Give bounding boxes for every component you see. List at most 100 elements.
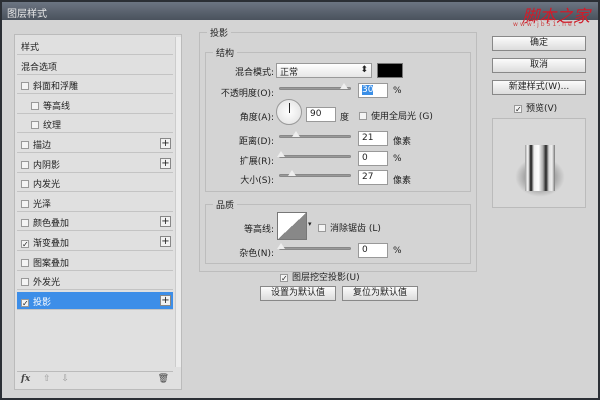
sidebar-item[interactable]: 外发光 <box>17 272 173 291</box>
add-icon[interactable]: + <box>160 236 171 247</box>
slider-thumb[interactable] <box>277 151 285 157</box>
sidebar-item[interactable]: 等高线 <box>17 96 173 114</box>
cancel-button[interactable]: 取消 <box>492 58 586 73</box>
checkbox[interactable] <box>21 278 29 287</box>
checkbox[interactable] <box>21 180 29 189</box>
ok-button[interactable]: 确定 <box>492 36 586 51</box>
angle-dial[interactable] <box>276 99 302 125</box>
checkbox[interactable] <box>21 82 29 91</box>
list-footer: fx ⇧ ⇩ 🗑 <box>17 371 173 387</box>
shadow-color-swatch[interactable] <box>377 63 403 78</box>
distance-label: 距离(D): <box>239 137 274 147</box>
chevron-down-icon[interactable]: ▾ <box>308 220 312 228</box>
add-icon[interactable]: + <box>160 216 171 228</box>
blend-mode-select[interactable]: 正常 ⬍ <box>276 63 372 78</box>
distance-slider[interactable] <box>279 131 351 138</box>
trash-icon[interactable]: 🗑 <box>158 374 169 384</box>
layer-style-dialog: 图层样式 脚本之家 www.jb51.net fx ⇧ ⇩ 🗑 样式 混合选项 斜面… <box>0 0 600 400</box>
fx-button[interactable]: fx <box>21 374 30 384</box>
size-label: 大小(S): <box>240 176 274 186</box>
checkbox[interactable] <box>21 141 29 149</box>
checkbox[interactable]: ✓ <box>21 240 29 249</box>
sidebar-item-label: 外发光 <box>33 278 61 289</box>
preview-checkbox[interactable]: ✓ 预览(V) <box>514 101 557 114</box>
sidebar-item[interactable]: 光泽 <box>17 194 173 212</box>
sidebar-item[interactable]: 样式 <box>17 37 173 55</box>
sidebar-item-label: 内发光 <box>33 180 61 191</box>
opacity-slider[interactable] <box>279 83 351 90</box>
add-icon[interactable]: + <box>160 294 171 306</box>
distance-unit: 像素 <box>393 137 412 147</box>
checkbox[interactable] <box>21 258 29 267</box>
blend-mode-label: 混合模式: <box>234 68 274 78</box>
sidebar-item-label: 纹理 <box>43 121 62 132</box>
spread-input[interactable]: 0 <box>358 151 388 166</box>
global-light-checkbox[interactable]: 使用全局光 (G) <box>359 109 433 122</box>
sidebar-item[interactable]: 纹理 <box>17 115 173 134</box>
section-title: 投影 <box>207 26 232 39</box>
sidebar-item-label: 颜色叠加 <box>33 219 70 230</box>
sidebar-item-label: 斜面和浮雕 <box>33 82 79 93</box>
angle-input[interactable]: 90 <box>306 107 336 122</box>
distance-input[interactable]: 21 <box>358 131 388 146</box>
opacity-label: 不透明度(O): <box>220 89 274 99</box>
sidebar-item[interactable]: 内发光 <box>17 174 173 193</box>
checkbox[interactable]: ✓ <box>21 298 29 307</box>
size-input[interactable]: 27 <box>358 170 388 185</box>
noise-input[interactable]: 0 <box>358 243 388 258</box>
contour-label: 等高线: <box>243 225 274 235</box>
preview-label: 预览(V) <box>526 104 558 114</box>
contour-picker[interactable] <box>277 212 307 240</box>
checkbox[interactable] <box>21 199 29 208</box>
move-up-icon[interactable]: ⇧ <box>43 374 51 384</box>
sidebar-item[interactable]: 图案叠加 <box>17 253 173 271</box>
blend-mode-value: 正常 <box>280 68 299 78</box>
sidebar-item-label: 样式 <box>21 43 40 53</box>
scrollbar[interactable] <box>175 37 181 367</box>
checkbox[interactable] <box>31 121 39 130</box>
slider-thumb[interactable] <box>277 243 285 249</box>
sidebar-item[interactable]: ✓ 投影 + <box>17 291 173 310</box>
sidebar-item[interactable]: 描边 + <box>17 135 173 153</box>
reset-default-button[interactable]: 复位为默认值 <box>342 286 418 301</box>
opacity-input[interactable]: 30 <box>358 83 388 98</box>
make-default-button[interactable]: 设置为默认值 <box>260 286 336 301</box>
global-light-label: 使用全局光 (G) <box>371 112 433 122</box>
checkbox[interactable] <box>21 219 29 228</box>
checkbox[interactable] <box>31 101 39 110</box>
structure-title: 结构 <box>213 46 238 59</box>
knockout-checkbox[interactable]: ✓ 图层挖空投影(U) <box>280 270 360 283</box>
sidebar-item[interactable]: 混合选项 <box>17 57 173 75</box>
slider-thumb[interactable] <box>292 131 300 137</box>
slider-thumb[interactable] <box>340 83 348 89</box>
sidebar-item[interactable]: 颜色叠加 + <box>17 213 173 232</box>
sidebar-item-label: 混合选项 <box>21 62 58 73</box>
add-icon[interactable]: + <box>160 157 171 169</box>
style-list: fx ⇧ ⇩ 🗑 样式 混合选项 斜面和浮雕 等高线 纹理 描边 + 内阴影 + 内发光 光泽 颜色叠… <box>14 34 182 390</box>
noise-unit: % <box>393 246 402 256</box>
slider-thumb[interactable] <box>288 170 296 176</box>
sidebar-item[interactable]: 内阴影 + <box>17 155 173 173</box>
antialias-checkbox[interactable]: 消除锯齿 (L) <box>318 221 381 234</box>
sidebar-item[interactable]: ✓ 渐变叠加 + <box>17 233 173 251</box>
title-bar: 图层样式 <box>2 2 598 20</box>
spread-slider[interactable] <box>277 151 351 158</box>
dialog-title: 图层样式 <box>7 9 47 20</box>
size-slider[interactable] <box>279 170 351 177</box>
move-down-icon[interactable]: ⇩ <box>62 374 70 384</box>
quality-title: 品质 <box>213 198 238 211</box>
sidebar-item-label: 投影 <box>33 297 52 308</box>
knockout-label: 图层挖空投影(U) <box>292 273 360 283</box>
sidebar-item[interactable]: 斜面和浮雕 <box>17 76 173 95</box>
add-icon[interactable]: + <box>160 138 171 149</box>
new-style-button[interactable]: 新建样式(W)... <box>492 80 586 95</box>
spread-label: 扩展(R): <box>239 157 274 167</box>
style-preview-thumbnail <box>492 118 586 208</box>
checkbox[interactable] <box>21 160 29 169</box>
angle-label: 角度(A): <box>239 113 274 123</box>
antialias-label: 消除锯齿 (L) <box>330 224 381 234</box>
noise-slider[interactable] <box>277 243 351 250</box>
sidebar-item-label: 描边 <box>33 141 52 151</box>
sidebar-item-label: 渐变叠加 <box>33 239 70 249</box>
sidebar-item-label: 等高线 <box>43 101 71 112</box>
